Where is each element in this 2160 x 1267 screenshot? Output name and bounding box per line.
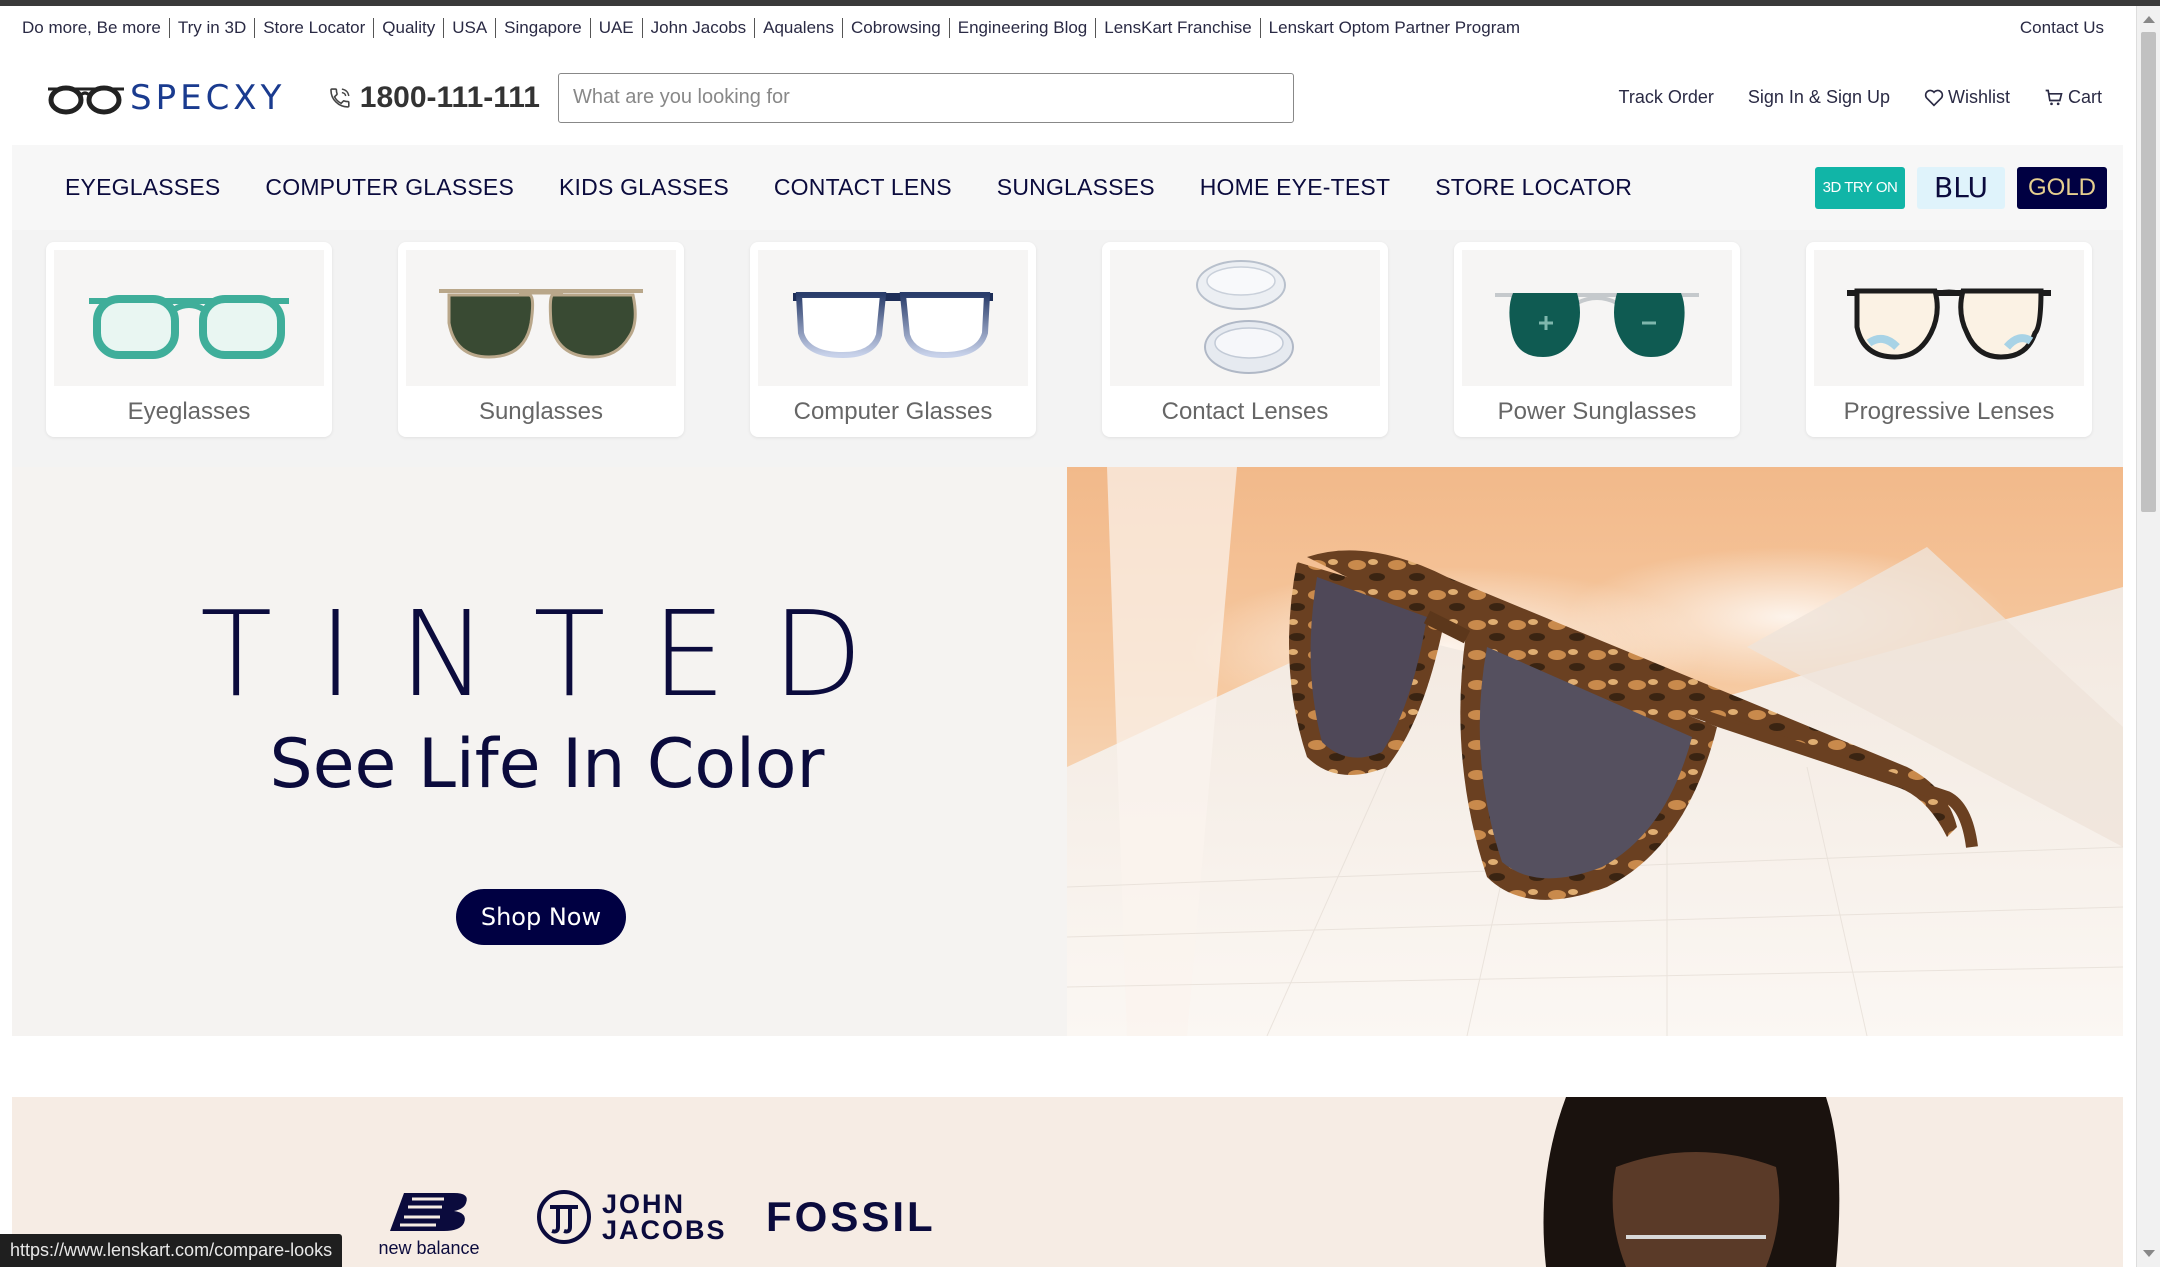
john-jacobs-logo-icon [537, 1190, 591, 1244]
category-label: Computer Glasses [793, 398, 993, 425]
utility-link-uae[interactable]: UAE [591, 18, 643, 38]
category-label: Eyeglasses [127, 398, 251, 425]
computer-glasses-thumb [758, 250, 1028, 386]
utility-link-store-locator[interactable]: Store Locator [255, 18, 375, 38]
category-label: Contact Lenses [1161, 398, 1329, 425]
hero-subtitle: See Life In Color [269, 725, 825, 804]
nav-item-computer-glasses[interactable]: COMPUTER GLASSES [265, 174, 514, 201]
scroll-down-arrow-icon[interactable] [2143, 1250, 2155, 1257]
logo-text: SPECXY [130, 77, 286, 118]
category-card-computer-glasses[interactable]: Computer Glasses [750, 242, 1036, 437]
header-actions: Track Order Sign In & Sign Up Wishlist C… [1619, 87, 2112, 108]
nav-badges: 3D TRY ON BLU GOLD [1815, 166, 2123, 209]
track-order-link[interactable]: Track Order [1619, 87, 1714, 108]
category-card-eyeglasses[interactable]: Eyeglasses [46, 242, 332, 437]
search-input[interactable] [558, 72, 1294, 123]
blu-badge[interactable]: BLU [1917, 166, 2005, 209]
progressive-lenses-thumb [1814, 250, 2084, 386]
cart-label: Cart [2067, 87, 2102, 107]
nav-item-eyeglasses[interactable]: EYEGLASSES [65, 174, 220, 201]
link-status-bar: https://www.lenskart.com/compare-looks [0, 1234, 343, 1267]
new-balance-logo-icon [390, 1193, 467, 1231]
utility-bar: Do more, Be more Try in 3D Store Locator… [0, 6, 2136, 50]
sunglasses-thumb [406, 250, 676, 386]
utility-link-john-jacobs[interactable]: John Jacobs [643, 18, 756, 38]
nav-item-kids-glasses[interactable]: KIDS GLASSES [559, 174, 729, 201]
scrollbar-thumb[interactable] [2141, 32, 2156, 512]
category-label: Progressive Lenses [1843, 398, 2055, 425]
power-sunglasses-thumb [1462, 250, 1732, 386]
utility-link-singapore[interactable]: Singapore [496, 18, 591, 38]
utility-links: Do more, Be more Try in 3D Store Locator… [22, 18, 1528, 38]
contact-lenses-thumb [1110, 250, 1380, 386]
nav-item-contact-lens[interactable]: CONTACT LENS [774, 174, 952, 201]
utility-link-try-3d[interactable]: Try in 3D [170, 18, 256, 38]
brand-new-balance[interactable]: new balance [374, 1189, 484, 1259]
sign-in-label: Sign In & Sign Up [1747, 87, 1890, 107]
john-jacobs-text: JOHN JACOBS [602, 1189, 727, 1245]
main-header: SPECXY 1800-111-111 Track Order Sign In … [0, 50, 2136, 145]
hero-banner[interactable]: TINTED See Life In Color Shop Now [12, 467, 2123, 1036]
wishlist-link[interactable]: Wishlist [1924, 87, 2010, 108]
cart-link[interactable]: Cart [2044, 87, 2102, 108]
utility-link-usa[interactable]: USA [444, 18, 497, 38]
nav-item-sunglasses[interactable]: SUNGLASSES [997, 174, 1155, 201]
eyeglasses-thumb [54, 250, 324, 386]
utility-link-do-more[interactable]: Do more, Be more [22, 18, 170, 38]
glasses-logo-icon [48, 85, 124, 114]
heart-icon [1924, 89, 1944, 107]
contact-us-link[interactable]: Contact Us [2020, 18, 2104, 38]
progressive-lenses-icon [1847, 288, 2051, 360]
category-card-power-sunglasses[interactable]: Power Sunglasses [1454, 242, 1740, 437]
category-card-progressive-lenses[interactable]: Progressive Lenses [1806, 242, 2092, 437]
page-scrollbar[interactable] [2136, 6, 2160, 1267]
try-on-3d-badge[interactable]: 3D TRY ON [1815, 166, 1905, 209]
gold-badge[interactable]: GOLD [2017, 166, 2107, 209]
sign-in-link[interactable]: Sign In & Sign Up [1748, 87, 1890, 108]
contact-lens-icon [1196, 260, 1294, 374]
site-logo[interactable]: SPECXY [46, 78, 286, 118]
brand-fossil[interactable]: FOSSIL [766, 1193, 936, 1241]
tortoise-sunglasses-image [1067, 467, 2123, 1036]
nav-item-store-locator[interactable]: STORE LOCATOR [1435, 174, 1632, 201]
wishlist-label: Wishlist [1947, 87, 2010, 107]
hero-image-panel [1067, 467, 2123, 1036]
utility-link-cobrowsing[interactable]: Cobrowsing [843, 18, 950, 38]
power-sunglasses-icon [1495, 293, 1699, 357]
new-balance-text: new balance [378, 1238, 480, 1258]
computer-glasses-icon [793, 292, 993, 359]
utility-link-franchise[interactable]: LensKart Franchise [1096, 18, 1261, 38]
scroll-up-arrow-icon[interactable] [2143, 16, 2155, 23]
phone-icon [330, 87, 350, 108]
cart-icon [2045, 89, 2063, 105]
track-order-label: Track Order [1618, 87, 1714, 107]
category-label: Power Sunglasses [1497, 398, 1697, 425]
eyeglasses-icon [89, 295, 289, 359]
category-card-sunglasses[interactable]: Sunglasses [398, 242, 684, 437]
hero-text-panel: TINTED See Life In Color Shop Now [12, 467, 1067, 1036]
utility-link-aqualens[interactable]: Aqualens [755, 18, 843, 38]
phone-number-text: 1800-111-111 [359, 80, 540, 114]
shop-now-button[interactable]: Shop Now [456, 889, 626, 945]
utility-link-engineering-blog[interactable]: Engineering Blog [950, 18, 1097, 38]
category-card-contact-lenses[interactable]: Contact Lenses [1102, 242, 1388, 437]
utility-link-quality[interactable]: Quality [374, 18, 445, 38]
phone-number[interactable]: 1800-111-111 [328, 81, 540, 115]
hero-title: TINTED [200, 585, 909, 723]
brand-john-jacobs[interactable]: JOHN JACOBS [536, 1189, 732, 1245]
category-tiles: Eyeglasses Sunglasses Computer Glasses C… [12, 230, 2123, 467]
category-label: Sunglasses [478, 398, 604, 425]
utility-link-optom-partner[interactable]: Lenskart Optom Partner Program [1261, 18, 1528, 38]
nav-item-home-eye-test[interactable]: HOME EYE-TEST [1200, 174, 1390, 201]
model-photo [1543, 1097, 1840, 1267]
sunglasses-icon [439, 289, 643, 359]
category-nav: EYEGLASSES COMPUTER GLASSES KIDS GLASSES… [12, 145, 2123, 230]
